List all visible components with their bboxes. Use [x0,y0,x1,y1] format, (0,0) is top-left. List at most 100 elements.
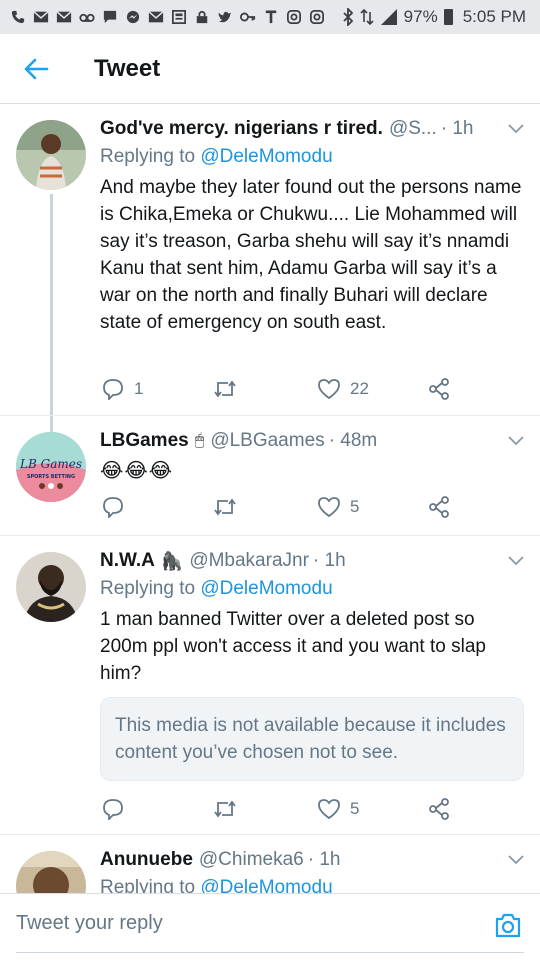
timestamp[interactable]: · 1h [441,118,474,140]
share-icon [429,798,449,820]
share-icon [429,378,449,400]
notification-icons [10,10,342,24]
display-name[interactable]: N.W.A [100,550,155,572]
battery-percent: 97% [403,7,438,26]
app-header: Tweet [0,34,540,104]
reply-composer: Tweet your reply [0,893,540,960]
mail-icon [56,11,72,23]
tweet-item[interactable]: Anunuebe @Chimeka6 · 1h Replying to @Del… [0,835,540,893]
chevron-down-icon [508,124,524,134]
chat-icon [103,10,117,24]
signal-icon [380,9,397,25]
like-count: 5 [350,799,360,818]
heart-icon [318,799,340,819]
mention-link[interactable]: @DeleMomodu [200,877,332,893]
tweet-text: 😂😂😂 [100,460,174,482]
timestamp[interactable]: · 48m [329,430,378,452]
system-status: 97% 5:05 PM [342,7,526,27]
chevron-down-icon [508,436,524,446]
camera-button[interactable] [494,913,522,944]
media-unavailable-notice[interactable]: This media is not available because it i… [100,697,524,781]
tweet-actions: 1 22 [100,374,460,404]
reply-button[interactable]: 1 [102,378,143,400]
voicemail-icon [79,13,95,22]
news-icon [172,10,186,24]
timestamp[interactable]: · 1h [308,849,341,871]
tweet-item[interactable]: N.W.A 🦍 @MbakaraJnr · 1h Replying to @De… [0,536,540,836]
status-bar: 97% 5:05 PM [0,0,540,34]
clock: 5:05 PM [462,7,526,26]
username[interactable]: @S... [389,118,437,140]
timestamp[interactable]: · 1h [313,550,346,572]
like-button[interactable]: 5 [318,799,359,819]
tweet-menu-button[interactable] [500,436,524,446]
tweet-item[interactable]: God've mercy. nigerians r tired. @S... ·… [0,104,540,434]
avatar-image [16,120,86,190]
retweet-button[interactable] [213,497,237,517]
username[interactable]: @MbakaraJnr [189,550,309,572]
retweet-button[interactable] [213,799,237,819]
chevron-down-icon [508,556,524,566]
camera-icon [495,913,521,938]
instagram-icon [310,10,324,24]
tweet-text: 1 man banned Twitter over a deleted post… [100,609,486,684]
display-name[interactable]: Anunuebe [100,849,193,871]
page-title: Tweet [94,54,161,82]
replying-label: Replying to [100,877,196,893]
replying-to: Replying to @DeleMomodu [100,578,524,604]
reply-button[interactable] [102,798,134,820]
instagram-icon [287,10,301,24]
replying-to: Replying to @DeleMomodu [100,877,524,893]
share-button[interactable] [428,496,450,518]
tweet-menu-button[interactable] [500,556,524,566]
key-icon [240,12,256,22]
like-button[interactable]: 5 [318,497,359,517]
tweet-actions: 5 [100,794,460,824]
avatar[interactable]: LB Games SPORTS BETTING [16,432,86,502]
reply-icon [103,379,123,400]
messenger-icon [126,10,140,24]
username[interactable]: @LBGaames [210,430,324,452]
tweet-menu-button[interactable] [500,855,524,865]
avatar[interactable] [16,552,86,622]
share-icon [429,496,449,518]
share-button[interactable] [428,798,450,820]
reply-input[interactable]: Tweet your reply [16,912,163,935]
avatar-image [16,552,86,622]
tweet-item[interactable]: LB Games SPORTS BETTING LBGames 🖱 @LBGaa… [0,416,540,541]
retweet-button[interactable] [213,379,237,399]
chevron-down-icon [508,855,524,865]
avatar-text: LB Games [19,457,82,471]
tweet-menu-button[interactable] [500,124,524,134]
arrow-left-icon [24,58,49,79]
display-name[interactable]: LBGames [100,430,189,452]
t-icon [265,10,277,24]
reply-icon [103,799,123,820]
thread-line [50,194,53,434]
avatar[interactable] [16,851,86,893]
avatar[interactable] [16,120,86,190]
data-arrows-icon [360,8,374,26]
avatar-subtext: SPORTS BETTING [27,474,75,480]
back-button[interactable] [0,34,72,104]
reply-button[interactable] [102,496,134,518]
battery-icon [443,9,453,25]
replying-to: Replying to @DeleMomodu [100,146,524,172]
share-button[interactable] [428,378,450,400]
like-count: 22 [350,379,369,398]
heart-icon [318,379,340,399]
name-badge: 🖱 [194,432,205,449]
twitter-icon [218,11,232,23]
mention-link[interactable]: @DeleMomodu [200,146,332,167]
replying-label: Replying to [100,578,196,599]
like-count: 5 [350,497,360,516]
display-name[interactable]: God've mercy. nigerians r tired. [100,118,383,140]
like-button[interactable]: 22 [318,379,369,399]
username[interactable]: @Chimeka6 [199,849,304,871]
mail-icon [33,11,49,23]
mention-link[interactable]: @DeleMomodu [200,578,332,599]
reply-icon [103,497,123,518]
tweet-actions: 5 [100,492,460,522]
lock-icon [196,10,208,24]
retweet-icon [214,800,236,818]
